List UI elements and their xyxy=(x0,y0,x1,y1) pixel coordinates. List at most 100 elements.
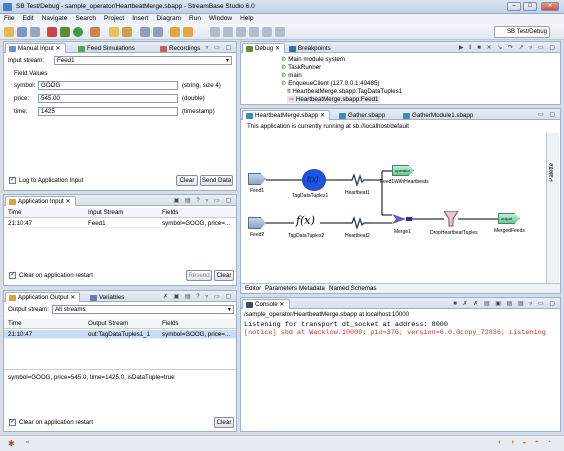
input-stream-select[interactable]: Feed1 ▾ xyxy=(54,56,232,65)
minimize-button[interactable]: – xyxy=(507,2,521,11)
menu-run[interactable]: Run xyxy=(185,14,205,24)
tab-gathermodule1[interactable]: GatherModule1.sbapp xyxy=(399,110,478,120)
tab-console[interactable]: Console ✕ xyxy=(242,299,290,309)
time-field[interactable]: 1425 xyxy=(38,107,178,116)
chevron-down-icon: ▾ xyxy=(227,306,231,313)
perspective-button[interactable]: SB Test/Debug xyxy=(494,26,550,38)
status-tray-icons[interactable]: ◐ ◑ ◒ ◓ ◔ xyxy=(498,439,554,446)
zoom-fit-icon[interactable] xyxy=(249,27,259,37)
tab-application-output[interactable]: Application Output ✕ xyxy=(5,292,81,302)
grid-icon[interactable] xyxy=(262,27,272,37)
input-icon xyxy=(9,46,16,52)
tab-manual-input[interactable]: Manual Input ✕ xyxy=(5,43,66,53)
heartbeat-node-2[interactable] xyxy=(346,216,370,230)
tree-item[interactable]: ⚙ Main module system xyxy=(281,56,345,63)
price-field[interactable]: 545.00 xyxy=(38,94,178,103)
table-row[interactable]: 21:10:47 out:TagDataTuples1_1 symbol=GOO… xyxy=(4,330,236,339)
menu-window[interactable]: Window xyxy=(205,14,236,24)
clear-output-button[interactable]: Clear xyxy=(214,417,234,428)
heartbeat-node-1[interactable] xyxy=(346,173,370,187)
menu-search[interactable]: Search xyxy=(71,14,100,24)
tree-label: main xyxy=(288,72,302,79)
tab-variables[interactable]: Variables xyxy=(86,292,129,302)
tab-metadata[interactable]: Metadata xyxy=(299,285,325,292)
debug-icon[interactable] xyxy=(60,27,70,37)
tab-breakpoints[interactable]: Breakpoints xyxy=(285,43,336,53)
filter-node[interactable] xyxy=(443,210,459,227)
debug-controls[interactable]: ▶ ‖ ■ ✕ ↘ ↷ ↗ ▿ ▭ ▢ xyxy=(459,44,557,51)
stop-icon[interactable] xyxy=(47,27,57,37)
run-icon[interactable] xyxy=(73,27,83,37)
tab-debug[interactable]: Debug ✕ xyxy=(242,43,286,53)
console-controls[interactable]: ■ ✗ ✗ ▤ ▣ ▤ ▤ ▿ ▭ ▢ xyxy=(453,300,557,307)
menu-file[interactable]: File xyxy=(0,14,18,24)
tree-item[interactable]: ⚙ EnqueueClient (127.0.0.1:49485) xyxy=(281,80,379,87)
tab-editor[interactable]: Editor xyxy=(243,285,264,292)
back-icon[interactable] xyxy=(140,27,150,37)
resend-button[interactable]: Resend xyxy=(186,270,212,281)
panel-controls[interactable]: ▭ ▢ xyxy=(538,111,557,118)
log-to-input-checkbox[interactable] xyxy=(9,175,16,184)
fast-view-icon[interactable]: ▫ xyxy=(26,439,28,446)
tab-label: Feed Simulations xyxy=(87,45,135,52)
pencil-icon[interactable] xyxy=(122,27,132,37)
clear-on-restart-checkbox[interactable] xyxy=(9,270,16,279)
new-icon[interactable] xyxy=(4,27,14,37)
map-node-tagdatatuples1[interactable]: f(x) xyxy=(302,169,326,191)
nav-icon[interactable] xyxy=(170,27,180,37)
tab-named-schemas[interactable]: Named Schemas xyxy=(329,285,376,292)
print-icon[interactable] xyxy=(30,27,40,37)
clear-input-button[interactable]: Clear xyxy=(214,270,234,281)
forward-icon[interactable] xyxy=(153,27,163,37)
menu-edit[interactable]: Edit xyxy=(18,14,37,24)
tab-gather[interactable]: Gather.sbapp xyxy=(335,110,390,120)
arrow-icon: ⇒ xyxy=(289,96,296,103)
tree-item-selected[interactable]: ⇒ HeartbeatMerge.sbapp:Feed1 xyxy=(287,96,381,103)
output-stream-value: All streams xyxy=(55,306,86,313)
map-node-tagdatatuples2[interactable]: f(x) xyxy=(296,214,320,232)
node-label-tag1: TagDataTuples1 xyxy=(292,193,329,199)
panel-controls[interactable]: ▣ ▤ ? ▿ ▭ ▢ xyxy=(174,197,233,204)
symbol-field[interactable]: GOOG xyxy=(38,81,178,90)
fx-label: f(x) xyxy=(307,175,319,184)
tab-parameters[interactable]: Parameters xyxy=(265,285,297,292)
layout-icon[interactable] xyxy=(210,27,220,37)
tab-feed-simulations[interactable]: Feed Simulations xyxy=(74,43,140,53)
tree-item[interactable]: ≡ HeartbeatMerge.sbapp:TagDataTuples1 xyxy=(287,88,402,95)
field-values-label: Field Values xyxy=(14,70,48,77)
align-icon[interactable] xyxy=(275,27,285,37)
menu-project[interactable]: Project xyxy=(100,14,128,24)
menu-navigate[interactable]: Navigate xyxy=(38,14,72,24)
tab-label: Breakpoints xyxy=(298,45,331,52)
field-name-symbol: symbol: xyxy=(14,82,36,89)
output-stream-select[interactable]: All streams ▾ xyxy=(52,305,234,314)
nav2-icon[interactable] xyxy=(183,27,193,37)
palette-sidebar[interactable]: Palette xyxy=(546,133,559,283)
panel-controls[interactable]: ▿ ▭ ▢ xyxy=(205,44,233,51)
save-icon[interactable] xyxy=(17,27,27,37)
tools-icon[interactable] xyxy=(90,27,100,37)
tab-application-input[interactable]: Application Input ✕ xyxy=(5,196,76,206)
clear-button[interactable]: Clear xyxy=(176,175,198,186)
tree-item[interactable]: ⚙ TaskRunner xyxy=(281,64,321,71)
table-row[interactable]: 21:10:47 Feed1 symbol=GOOG, price=... xyxy=(4,219,236,228)
maximize-button[interactable]: □ xyxy=(523,2,537,11)
zoom-in-icon[interactable] xyxy=(223,27,233,37)
tab-heartbeatmerge[interactable]: HeartbeatMerge.sbapp ✕ xyxy=(242,110,331,120)
open-folder-icon[interactable] xyxy=(109,27,119,37)
panel-controls[interactable]: ✗ ▣ ▤ ? ▿ ▭ ▢ xyxy=(163,293,233,300)
diagram-canvas[interactable]: Feed1 f(x) TagDataTuples1 Heartbeat1 ope… xyxy=(242,133,547,285)
tab-label: HeartbeatMerge.sbapp xyxy=(255,112,319,119)
menu-insert[interactable]: Insert xyxy=(128,14,152,24)
zoom-out-icon[interactable] xyxy=(236,27,246,37)
close-button[interactable]: ✕ xyxy=(541,2,559,11)
menu-diagram[interactable]: Diagram xyxy=(152,14,185,24)
tree-item[interactable]: ⚙ main xyxy=(281,72,302,79)
tab-recordings[interactable]: Recordings xyxy=(156,43,205,53)
send-data-button[interactable]: Send Data xyxy=(200,175,233,186)
menu-help[interactable]: Help xyxy=(236,14,257,24)
output-clear-on-restart-checkbox[interactable] xyxy=(9,417,16,426)
merge-node[interactable] xyxy=(392,213,412,225)
bug-icon[interactable]: ✱ xyxy=(8,439,15,448)
cell-stream: Feed1 xyxy=(88,220,106,227)
